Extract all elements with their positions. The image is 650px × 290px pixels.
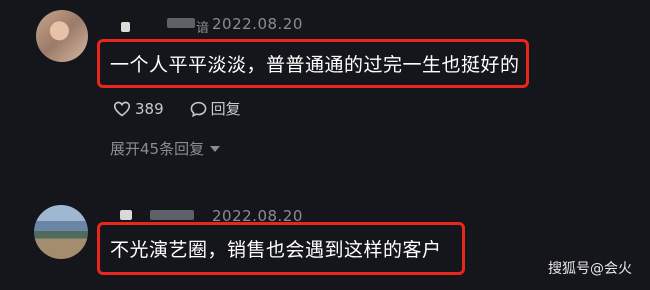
avatar-comment-1[interactable]	[36, 10, 88, 62]
like-button[interactable]: 389	[113, 100, 164, 118]
author-name-redacted	[167, 18, 195, 28]
author-name-redacted	[150, 210, 194, 220]
reply-label: 回复	[210, 100, 241, 118]
heart-icon	[113, 101, 131, 117]
reply-button[interactable]: 回复	[190, 98, 241, 119]
comment-text: 不光演艺圈，销售也会遇到这样的客户	[110, 239, 442, 261]
avatar-comment-2[interactable]	[34, 205, 88, 259]
comment-bubble-icon	[190, 101, 207, 117]
caret-down-icon	[210, 145, 221, 152]
comment-highlight-box: 一个人平平淡淡，普普通通的过完一生也挺好的	[97, 39, 529, 88]
author-name-tail: 谙	[196, 21, 210, 36]
author-name-redacted	[121, 22, 130, 32]
comment-actions: 389 回复	[113, 98, 267, 119]
like-count: 389	[135, 99, 164, 118]
expand-replies-label: 展开45条回复	[110, 140, 205, 158]
watermark: 搜狐号@会火	[548, 261, 632, 277]
expand-replies-button[interactable]: 展开45条回复	[110, 138, 221, 159]
comment-text: 一个人平平淡淡，普普通通的过完一生也挺好的	[110, 54, 520, 76]
author-name-redacted	[120, 210, 132, 220]
comment-highlight-box: 不光演艺圈，销售也会遇到这样的客户	[97, 222, 465, 275]
comment-date: 2022.08.20	[212, 15, 303, 33]
